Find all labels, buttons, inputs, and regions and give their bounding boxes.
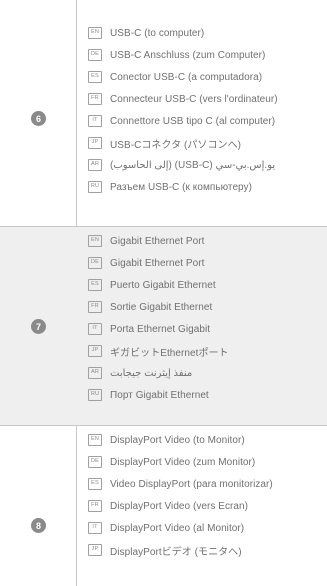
translation-text-en: DisplayPort Video (to Monitor) bbox=[110, 434, 245, 446]
lang-tag-jp: JP bbox=[88, 137, 102, 149]
lang-tag-jp: JP bbox=[88, 345, 102, 357]
translation-text-jp: USB-Cコネクタ (パソコンへ) bbox=[110, 139, 242, 151]
lang-tag-ar: AR bbox=[88, 159, 102, 171]
translation-row-fr: FR DisplayPort Video (vers Ecran) bbox=[88, 499, 248, 513]
section-7: 7 EN Gigabit Ethernet Port DE Gigabit Ethe… bbox=[0, 227, 327, 425]
lang-tag-en: EN bbox=[88, 235, 102, 247]
translation-text-fr: DisplayPort Video (vers Ecran) bbox=[110, 500, 249, 512]
lang-tag-jp: JP bbox=[88, 544, 102, 556]
translation-row-en: EN DisplayPort Video (to Monitor) bbox=[88, 433, 245, 447]
translation-text-fr: Connecteur USB-C (vers l'ordinateur) bbox=[110, 93, 278, 105]
lang-tag-it: IT bbox=[88, 115, 102, 127]
translation-text-it: DisplayPort Video (al Monitor) bbox=[110, 522, 245, 534]
section-number-badge: 6 bbox=[31, 111, 46, 126]
lang-tag-de: DE bbox=[88, 257, 102, 269]
lang-tag-it: IT bbox=[88, 522, 102, 534]
translation-text-es: Puerto Gigabit Ethernet bbox=[110, 279, 216, 291]
translation-row-es: ES Puerto Gigabit Ethernet bbox=[88, 278, 216, 292]
translation-text-ar: منفذ إيثرنت جيجابت bbox=[110, 367, 193, 379]
lang-tag-de: DE bbox=[88, 49, 102, 61]
translation-text-ru: Разъем USB-C (к компьютеру) bbox=[110, 181, 252, 193]
translation-text-de: Gigabit Ethernet Port bbox=[110, 257, 205, 269]
translation-text-jp: DisplayPortビデオ (モニタへ) bbox=[110, 546, 242, 558]
translation-row-ru: RU Разъем USB-C (к компьютеру) bbox=[88, 180, 252, 194]
translation-text-ar: يو.إس.بي-سي (USB-C) (إلى الحاسوب) bbox=[110, 159, 276, 171]
translation-text-de: USB-C Anschluss (zum Computer) bbox=[110, 49, 266, 61]
lang-tag-fr: FR bbox=[88, 500, 102, 512]
lang-tag-es: ES bbox=[88, 478, 102, 490]
section-8: 8 EN DisplayPort Video (to Monitor) DE Dis… bbox=[0, 426, 327, 586]
translation-row-ar: AR منفذ إيثرنت جيجابت bbox=[88, 366, 192, 380]
translation-text-jp: ギガビットEthernetポート bbox=[110, 347, 229, 359]
translation-row-jp: JP USB-Cコネクタ (パソコンへ) bbox=[88, 136, 242, 151]
lang-tag-es: ES bbox=[88, 71, 102, 83]
lang-tag-fr: FR bbox=[88, 93, 102, 105]
translation-row-en: EN USB-C (to computer) bbox=[88, 26, 204, 40]
translation-row-de: DE USB-C Anschluss (zum Computer) bbox=[88, 48, 265, 62]
translation-text-en: USB-C (to computer) bbox=[110, 27, 205, 39]
translation-row-es: ES Conector USB-C (a computadora) bbox=[88, 70, 262, 84]
translation-row-de: DE Gigabit Ethernet Port bbox=[88, 256, 204, 270]
lang-tag-de: DE bbox=[88, 456, 102, 468]
translation-text-fr: Sortie Gigabit Ethernet bbox=[110, 301, 213, 313]
translation-text-en: Gigabit Ethernet Port bbox=[110, 235, 205, 247]
translation-row-de: DE DisplayPort Video (zum Monitor) bbox=[88, 455, 255, 469]
translation-row-ru: RU Порт Gigabit Ethernet bbox=[88, 388, 209, 402]
translation-text-it: Connettore USB tipo C (al computer) bbox=[110, 115, 276, 127]
translation-text-it: Porta Ethernet Gigabit bbox=[110, 323, 211, 335]
lang-tag-ar: AR bbox=[88, 367, 102, 379]
translation-row-fr: FR Sortie Gigabit Ethernet bbox=[88, 300, 212, 314]
lang-tag-en: EN bbox=[88, 434, 102, 446]
translation-text-ru: Порт Gigabit Ethernet bbox=[110, 389, 209, 401]
translation-text-de: DisplayPort Video (zum Monitor) bbox=[110, 456, 256, 468]
translation-row-it: IT Connettore USB tipo C (al computer) bbox=[88, 114, 275, 128]
lang-tag-es: ES bbox=[88, 279, 102, 291]
lang-tag-en: EN bbox=[88, 27, 102, 39]
translation-row-fr: FR Connecteur USB-C (vers l'ordinateur) bbox=[88, 92, 278, 106]
translation-row-jp: JP ギガビットEthernetポート bbox=[88, 344, 229, 359]
lang-tag-it: IT bbox=[88, 323, 102, 335]
translation-row-es: ES Video DisplayPort (para monitorizar) bbox=[88, 477, 273, 491]
section-number-badge: 7 bbox=[31, 319, 46, 334]
translation-text-es: Conector USB-C (a computadora) bbox=[110, 71, 263, 83]
section-6: 6 EN USB-C (to computer) DE USB-C Anschlus… bbox=[0, 0, 327, 226]
translation-row-it: IT Porta Ethernet Gigabit bbox=[88, 322, 210, 336]
translation-row-ar: AR يو.إس.بي-سي (USB-C) (إلى الحاسوب) bbox=[88, 158, 275, 172]
translation-text-es: Video DisplayPort (para monitorizar) bbox=[110, 478, 273, 490]
lang-tag-fr: FR bbox=[88, 301, 102, 313]
section-number-badge: 8 bbox=[31, 518, 46, 533]
translation-row-it: IT DisplayPort Video (al Monitor) bbox=[88, 521, 244, 535]
translation-row-en: EN Gigabit Ethernet Port bbox=[88, 234, 204, 248]
lang-tag-ru: RU bbox=[88, 181, 102, 193]
translation-row-jp: JP DisplayPortビデオ (モニタへ) bbox=[88, 543, 242, 558]
lang-tag-ru: RU bbox=[88, 389, 102, 401]
